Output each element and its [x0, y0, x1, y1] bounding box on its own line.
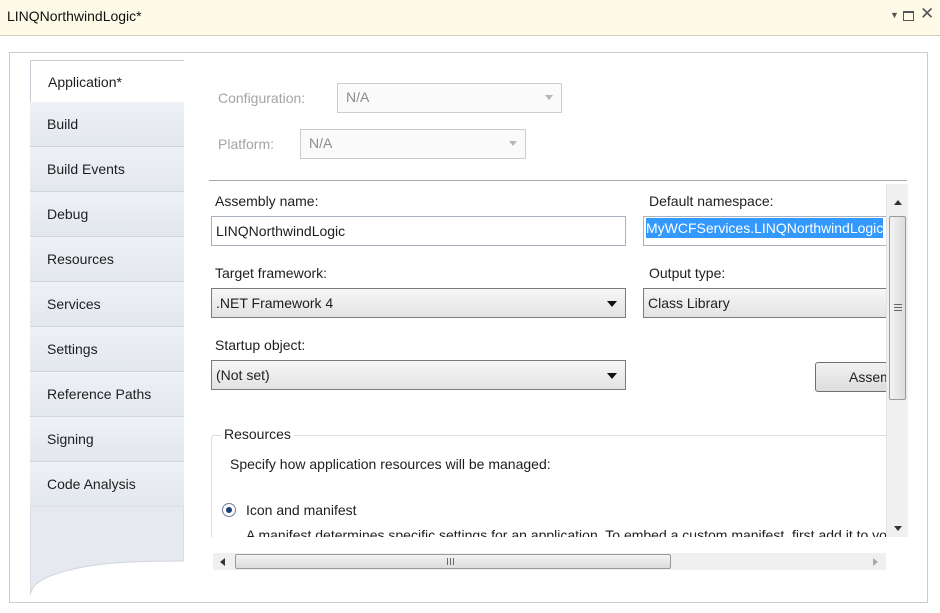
default-namespace-value: MyWCFServices.LINQNorthwindLogic [646, 218, 884, 238]
output-type-combo[interactable]: Class Library [643, 288, 886, 318]
window-title: LINQNorthwindLogic* [7, 8, 142, 24]
scroll-left-arrow-icon[interactable] [220, 558, 225, 566]
output-type-value: Class Library [648, 295, 730, 311]
tab-label: Reference Paths [47, 386, 152, 402]
startup-object-label: Startup object: [215, 337, 306, 353]
default-namespace-input[interactable]: MyWCFServices.LINQNorthwindLogic [643, 216, 886, 246]
tab-signing[interactable]: Signing [30, 417, 184, 462]
chevron-down-icon [545, 95, 553, 100]
configuration-value: N/A [346, 89, 370, 105]
tab-label: Code Analysis [47, 476, 136, 492]
manifest-description: A manifest determines specific settings … [246, 527, 886, 537]
resources-group-title: Resources [221, 426, 294, 442]
tab-label: Signing [47, 431, 94, 447]
configuration-label: Configuration: [218, 90, 306, 106]
chevron-down-icon [607, 301, 617, 307]
separator-line [209, 180, 907, 181]
icon-manifest-radio[interactable] [222, 503, 236, 517]
configuration-combo[interactable]: N/A [337, 83, 562, 113]
assembly-name-label: Assembly name: [215, 193, 319, 209]
resources-description: Specify how application resources will b… [230, 456, 551, 472]
tab-label: Resources [47, 251, 114, 267]
resources-group [211, 435, 886, 537]
window-menu-dropdown-icon[interactable]: ▼ [890, 10, 899, 20]
target-framework-label: Target framework: [215, 265, 328, 281]
grip-icon [447, 558, 448, 565]
property-tabs: Application* Build Build Events Debug Re… [30, 60, 184, 595]
assembly-information-button[interactable]: Assembly Information... [815, 362, 886, 392]
startup-object-value: (Not set) [216, 367, 270, 383]
radio-dot-icon [226, 507, 232, 513]
scroll-down-arrow-icon[interactable] [894, 526, 902, 531]
platform-label: Platform: [218, 136, 275, 152]
tab-build-events[interactable]: Build Events [30, 147, 184, 192]
tab-debug[interactable]: Debug [30, 192, 184, 237]
tab-label: Build [47, 116, 79, 132]
close-icon[interactable]: ✕ [920, 4, 934, 24]
startup-object-combo[interactable]: (Not set) [211, 360, 626, 390]
horizontal-scrollbar[interactable] [213, 553, 886, 570]
assembly-name-input[interactable]: LINQNorthwindLogic [211, 216, 626, 246]
target-framework-combo[interactable]: .NET Framework 4 [211, 288, 626, 318]
tab-reference-paths[interactable]: Reference Paths [30, 372, 184, 417]
vertical-scroll-thumb[interactable] [889, 216, 906, 400]
assembly-name-value: LINQNorthwindLogic [216, 223, 346, 239]
icon-manifest-option-label: Icon and manifest [246, 502, 357, 518]
horizontal-scroll-thumb[interactable] [235, 554, 671, 569]
tab-build[interactable]: Build [30, 102, 184, 147]
chevron-down-icon [509, 141, 517, 146]
tab-label: Build Events [47, 161, 125, 177]
tab-label: Application* [48, 73, 122, 90]
grip-icon [894, 304, 902, 305]
default-namespace-label: Default namespace: [649, 193, 774, 209]
platform-value: N/A [309, 135, 333, 151]
tab-code-analysis[interactable]: Code Analysis [30, 462, 184, 507]
chevron-down-icon [607, 373, 617, 379]
output-type-label: Output type: [649, 265, 726, 281]
tab-services[interactable]: Services [30, 282, 184, 327]
tab-resources[interactable]: Resources [30, 237, 184, 282]
target-framework-value: .NET Framework 4 [216, 295, 334, 311]
application-settings-panel: Assembly name: LINQNorthwindLogic Defaul… [209, 184, 886, 537]
tab-label: Settings [47, 341, 98, 357]
tab-settings[interactable]: Settings [30, 327, 184, 372]
maximize-icon[interactable] [903, 11, 914, 21]
tab-application[interactable]: Application* [30, 60, 184, 102]
assembly-information-label: Assembly Information... [849, 369, 886, 385]
scroll-right-arrow-icon[interactable] [873, 558, 878, 566]
tab-label: Debug [47, 206, 89, 222]
scroll-up-arrow-icon[interactable] [894, 200, 902, 205]
vertical-scrollbar[interactable] [886, 184, 908, 537]
tab-strip-tail [30, 506, 184, 595]
tab-label: Services [47, 296, 101, 312]
platform-combo[interactable]: N/A [300, 129, 526, 159]
